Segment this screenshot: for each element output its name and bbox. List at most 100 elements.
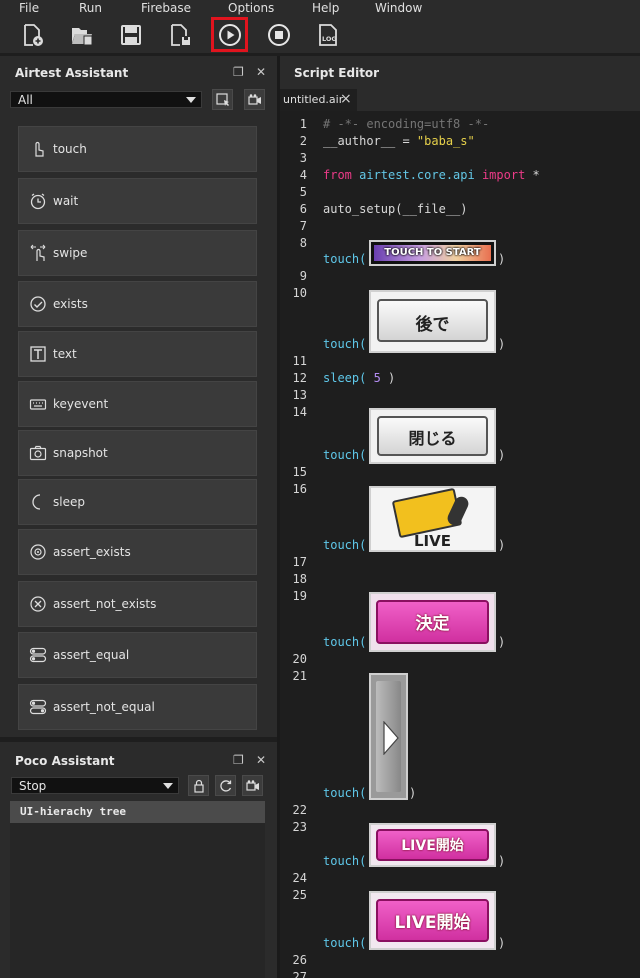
api-label: snapshot xyxy=(53,446,108,460)
line-number: 5 xyxy=(299,185,307,199)
save-as-icon xyxy=(171,24,190,46)
image-later-button[interactable]: 後で xyxy=(369,290,496,353)
api-exists-button[interactable]: exists xyxy=(18,281,257,327)
airtest-assistant-panel: Airtest Assistant ❐ ✕ All touch wait swi… xyxy=(0,56,277,737)
line-number: 10 xyxy=(292,286,307,300)
image-touch-to-start[interactable]: TOUCH TO START xyxy=(369,240,496,266)
image-caption: LIVE xyxy=(414,532,451,550)
log-button[interactable]: LOG xyxy=(312,19,344,51)
line-number: 8 xyxy=(299,236,307,250)
menu-options[interactable]: Options xyxy=(228,1,274,15)
float-window-icon[interactable]: ❐ xyxy=(233,753,244,767)
close-icon[interactable]: ✕ xyxy=(256,65,266,79)
menu-run[interactable]: Run xyxy=(79,1,102,15)
chevron-right-icon xyxy=(383,721,399,755)
tab-close-icon[interactable]: × xyxy=(340,91,352,107)
image-live-button[interactable]: LIVE xyxy=(369,486,496,552)
line-number: 22 xyxy=(292,803,307,817)
refresh-button[interactable] xyxy=(215,775,236,796)
image-decide-button[interactable]: 決定 xyxy=(369,592,496,652)
tab-untitled[interactable]: untitled.air × xyxy=(280,89,357,111)
api-snapshot-button[interactable]: snapshot xyxy=(18,430,257,476)
api-filter-value: All xyxy=(18,93,33,107)
code-touch-call: touch( xyxy=(323,538,367,552)
code-line-author: __author__ = "baba_s" xyxy=(323,134,475,148)
svg-text:LOG: LOG xyxy=(322,35,337,43)
image-caption: 閉じる xyxy=(408,429,457,448)
script-editor-title: Script Editor xyxy=(294,66,380,80)
code-editor[interactable]: 1 2 3 4 5 6 7 8 9 10 11 12 13 14 15 16 1… xyxy=(280,111,640,978)
code-touch-call: touch( xyxy=(323,337,367,351)
code-function: sleep( xyxy=(323,371,374,385)
camera-record-icon xyxy=(247,93,261,105)
lock-icon xyxy=(193,779,204,793)
save-as-button[interactable] xyxy=(164,19,196,51)
api-sleep-button[interactable]: sleep xyxy=(18,479,257,525)
poco-assistant-panel: Poco Assistant ❐ ✕ Stop UI-hierachy tree xyxy=(0,742,277,978)
api-assert-not-equal-button[interactable]: assert_not_equal xyxy=(18,684,257,730)
api-filter-dropdown[interactable]: All xyxy=(10,91,202,108)
image-caption: LIVE開始 xyxy=(394,913,471,933)
api-assert-exists-button[interactable]: assert_exists xyxy=(18,529,257,575)
image-close-button[interactable]: 閉じる xyxy=(369,408,496,464)
code-close-paren: ) xyxy=(498,538,506,552)
api-label: assert_not_equal xyxy=(53,700,155,714)
line-number: 24 xyxy=(292,871,307,885)
code-line-setup: auto_setup(__file__) xyxy=(323,202,468,216)
api-wait-button[interactable]: wait xyxy=(18,178,257,224)
lock-button[interactable] xyxy=(188,775,209,796)
close-icon[interactable]: ✕ xyxy=(256,753,266,767)
api-label: text xyxy=(53,347,77,361)
poco-mode-dropdown[interactable]: Stop xyxy=(11,777,179,794)
image-live-start-button-large[interactable]: LIVE開始 xyxy=(369,891,496,950)
run-button[interactable] xyxy=(211,17,248,52)
image-live-start-button[interactable]: LIVE開始 xyxy=(369,823,496,867)
line-number: 25 xyxy=(292,888,307,902)
code-comment: # -*- encoding=utf8 -*- xyxy=(323,117,490,131)
code-line-sleep: sleep( 5 ) xyxy=(323,371,395,385)
new-file-button[interactable] xyxy=(16,19,48,51)
line-number: 1 xyxy=(299,117,307,131)
code-module: airtest.core.api xyxy=(351,168,482,182)
line-number: 12 xyxy=(292,371,307,385)
chevron-down-icon xyxy=(163,783,173,789)
stop-button[interactable] xyxy=(263,19,295,51)
image-caption: 決定 xyxy=(415,614,450,634)
run-icon xyxy=(218,23,241,46)
api-assert-not-exists-button[interactable]: assert_not_exists xyxy=(18,581,257,627)
script-editor-panel: Script Editor untitled.air × 1 2 3 4 5 6… xyxy=(280,56,640,978)
select-region-button[interactable] xyxy=(212,89,233,110)
menu-file[interactable]: File xyxy=(19,1,39,15)
line-number: 19 xyxy=(292,589,307,603)
api-text-button[interactable]: text xyxy=(18,331,257,377)
text-icon xyxy=(30,346,46,362)
code-text: __author__ = xyxy=(323,134,417,148)
image-next-arrow[interactable] xyxy=(369,673,408,800)
code-number: 5 xyxy=(373,371,381,385)
menu-firebase[interactable]: Firebase xyxy=(141,1,191,15)
ui-hierarchy-tree[interactable]: UI-hierachy tree xyxy=(10,801,265,978)
menu-help[interactable]: Help xyxy=(312,1,339,15)
api-touch-button[interactable]: touch xyxy=(18,126,257,172)
code-keyword: import xyxy=(481,168,526,182)
refresh-icon xyxy=(219,779,231,792)
line-number: 16 xyxy=(292,482,307,496)
moon-icon xyxy=(32,494,41,510)
menu-window[interactable]: Window xyxy=(375,1,422,15)
code-touch-call: touch( xyxy=(323,786,367,800)
poco-record-button[interactable] xyxy=(242,775,263,796)
float-window-icon[interactable]: ❐ xyxy=(233,65,244,79)
save-button[interactable] xyxy=(115,19,147,51)
record-button[interactable] xyxy=(244,89,265,110)
api-label: touch xyxy=(53,142,87,156)
camera-record-icon xyxy=(245,779,259,791)
api-swipe-button[interactable]: swipe xyxy=(18,230,257,276)
open-folder-button[interactable] xyxy=(66,19,98,51)
code-close-paren: ) xyxy=(498,448,506,462)
check-circle-icon xyxy=(30,296,46,312)
api-keyevent-button[interactable]: keyevent xyxy=(18,381,257,427)
line-number: 15 xyxy=(292,465,307,479)
api-assert-equal-button[interactable]: assert_equal xyxy=(18,632,257,678)
open-folder-icon xyxy=(72,28,93,46)
api-label: sleep xyxy=(53,495,85,509)
